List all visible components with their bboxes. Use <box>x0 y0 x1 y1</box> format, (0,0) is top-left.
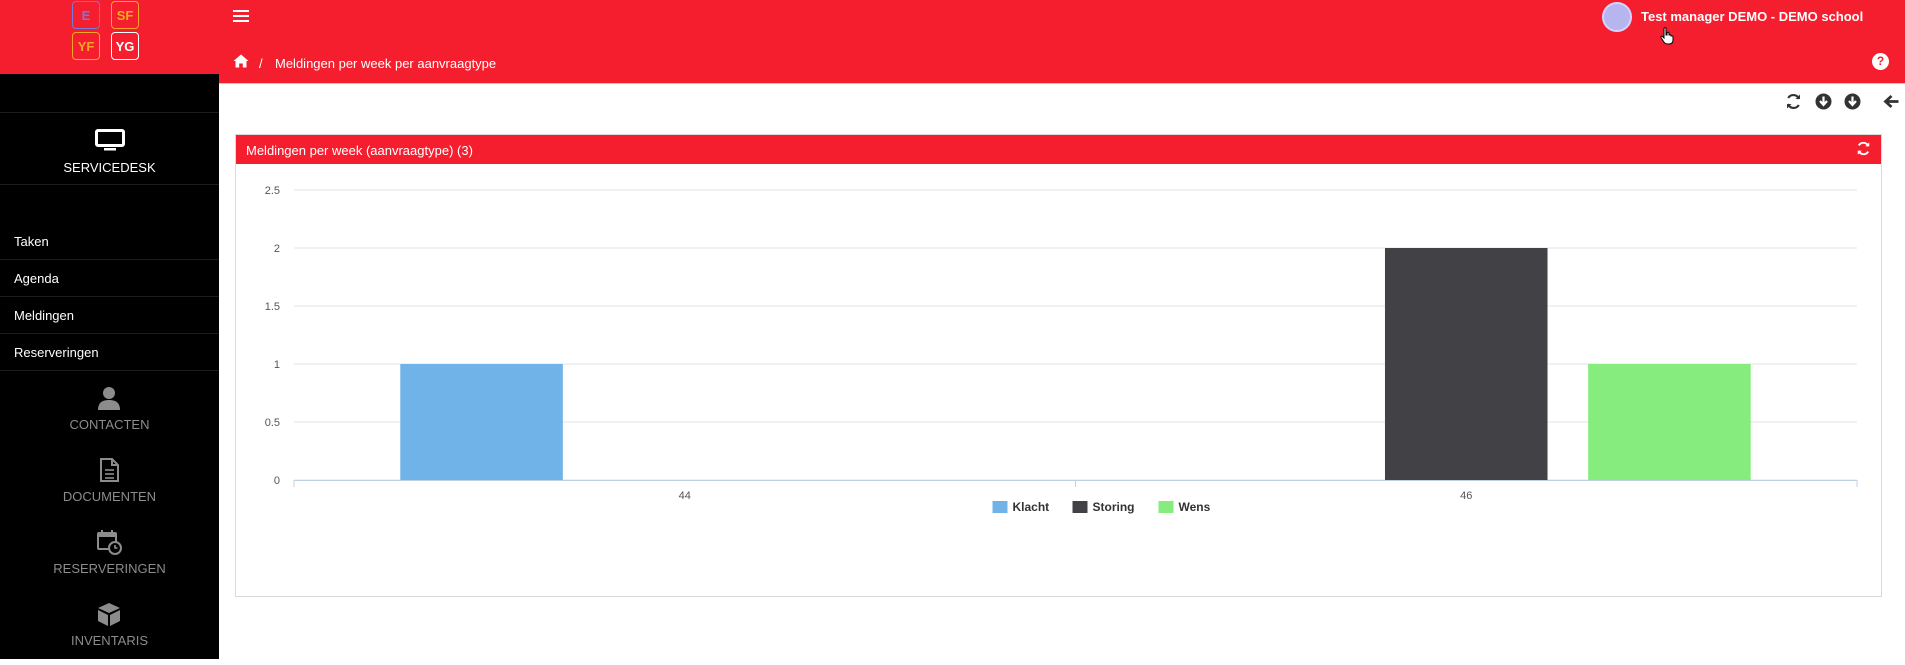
sidebar-link-taken[interactable]: Taken <box>0 223 219 260</box>
y-tick-label: 2.5 <box>265 185 280 197</box>
x-tick-label: 46 <box>1460 490 1472 502</box>
user-icon <box>98 387 120 410</box>
module-reserveringen[interactable]: RESERVERINGEN <box>0 521 219 593</box>
sidebar-link-reserveringen[interactable]: Reserveringen <box>0 334 219 371</box>
bar-klacht <box>400 364 563 480</box>
legend-label: Storing <box>1093 500 1135 514</box>
legend-swatch <box>1072 501 1088 513</box>
monitor-icon <box>95 129 125 151</box>
legend-label: Wens <box>1179 500 1211 514</box>
breadcrumb-separator: / <box>259 56 263 71</box>
hamburger-menu-icon[interactable] <box>233 10 249 24</box>
panel-title: Meldingen per week (aanvraagtype) (3) <box>246 143 473 158</box>
module-contacten-label: CONTACTEN <box>69 417 150 432</box>
bar-wens <box>1588 364 1751 480</box>
y-tick-label: 1.5 <box>265 301 280 313</box>
bar-chart: 0 0.5 1 1.5 2 2.5 44 46 Klacht Storing Wens <box>265 185 1858 514</box>
sidebar-link-meldingen[interactable]: Meldingen <box>0 297 219 334</box>
y-tick-label: 0.5 <box>265 417 280 429</box>
user-name[interactable]: Test manager DEMO - DEMO school <box>1641 9 1863 24</box>
app-tile-sf[interactable]: SF <box>111 1 139 29</box>
y-tick-label: 1 <box>274 359 280 371</box>
chart-panel: Meldingen per week (aanvraagtype) (3) 00… <box>235 134 1882 597</box>
app-switcher: E SF YF YG <box>0 0 219 74</box>
app-tile-yg[interactable]: YG <box>111 32 139 60</box>
refresh-icon[interactable] <box>1785 93 1802 110</box>
module-documenten[interactable]: DOCUMENTEN <box>0 449 219 521</box>
panel-refresh-icon[interactable] <box>1856 141 1871 156</box>
module-reserveringen-label: RESERVERINGEN <box>53 561 166 576</box>
module-contacten[interactable]: CONTACTEN <box>0 377 219 449</box>
avatar[interactable] <box>1602 2 1632 32</box>
legend-label: Klacht <box>1013 500 1050 514</box>
sidebar: E SF YF YG SERVICEDESK Taken Agenda Meld… <box>0 0 219 659</box>
x-tick-label: 44 <box>679 490 691 502</box>
bar-storing <box>1384 248 1548 480</box>
document-icon <box>100 458 119 482</box>
box-icon <box>98 603 120 626</box>
module-servicedesk[interactable]: SERVICEDESK <box>0 112 219 185</box>
app-tile-e[interactable]: E <box>72 1 100 29</box>
export-icon[interactable] <box>1844 93 1861 110</box>
app-tile-yf[interactable]: YF <box>72 32 100 60</box>
module-inventaris-label: INVENTARIS <box>70 633 149 648</box>
download-icon[interactable] <box>1815 93 1832 110</box>
home-icon[interactable] <box>233 54 249 68</box>
legend-swatch <box>1158 501 1174 513</box>
sidebar-link-agenda[interactable]: Agenda <box>0 260 219 297</box>
y-tick-label: 2 <box>274 243 280 255</box>
module-inventaris[interactable]: INVENTARIS <box>0 593 219 665</box>
module-servicedesk-label: SERVICEDESK <box>63 160 156 175</box>
help-icon[interactable]: ? <box>1872 53 1889 70</box>
back-arrow-icon[interactable] <box>1883 93 1900 110</box>
panel-header: Meldingen per week (aanvraagtype) (3) <box>236 135 1881 164</box>
breadcrumb-title: Meldingen per week per aanvraagtype <box>275 56 497 71</box>
legend-swatch <box>992 501 1008 513</box>
calendar-clock-icon <box>97 530 122 555</box>
hand-cursor-icon <box>1660 27 1674 45</box>
top-bar: Test manager DEMO - DEMO school / Meldin… <box>219 0 1905 84</box>
module-documenten-label: DOCUMENTEN <box>62 489 157 504</box>
y-tick-label: 0 <box>274 475 280 487</box>
